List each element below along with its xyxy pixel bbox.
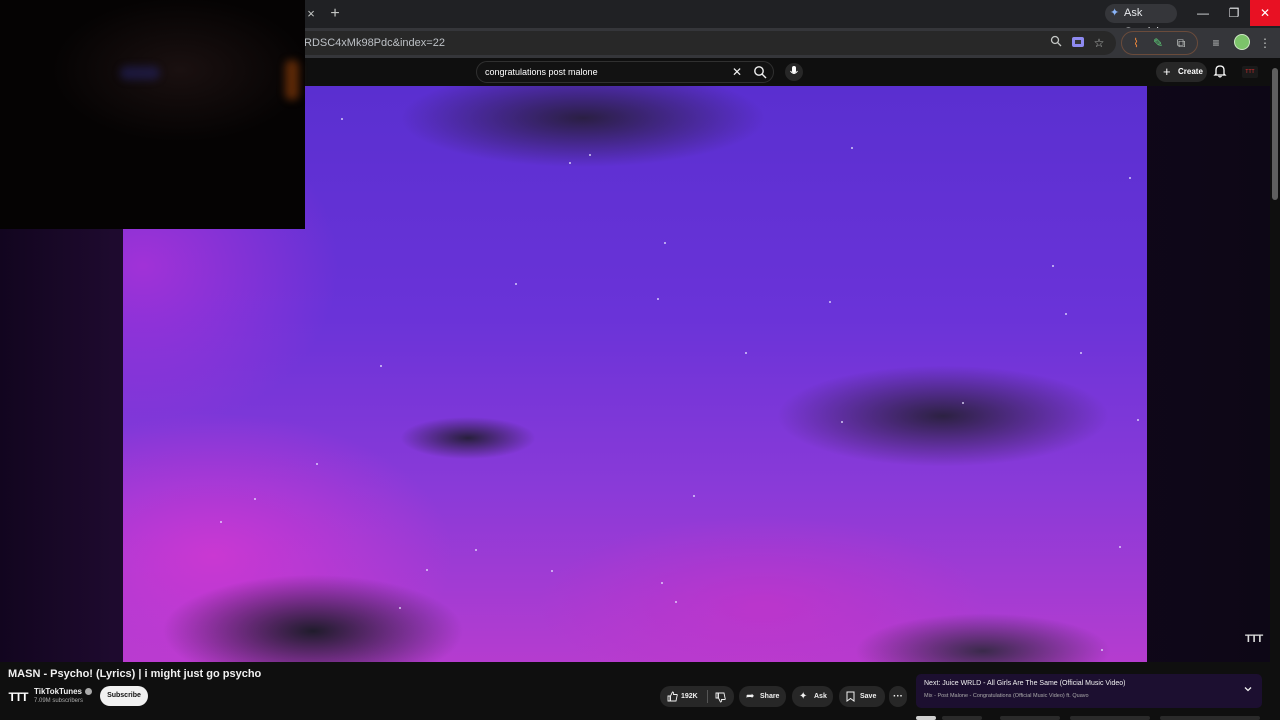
verified-icon bbox=[85, 688, 93, 695]
like-dislike-button[interactable]: 192K bbox=[660, 686, 734, 707]
dislike-icon[interactable] bbox=[715, 686, 726, 711]
chip-strip[interactable] bbox=[916, 716, 936, 720]
chip-strip[interactable] bbox=[1070, 716, 1150, 720]
media-list-icon[interactable]: ≡ bbox=[1207, 34, 1225, 52]
create-label: Create bbox=[1178, 67, 1203, 76]
chip-strip[interactable] bbox=[942, 716, 982, 720]
new-tab-button[interactable]: + bbox=[326, 5, 344, 23]
pen-extension-icon[interactable]: ✎ bbox=[1149, 34, 1167, 52]
address-bar[interactable]: RDSC4xMk98Pdc&index=22 ☆ bbox=[280, 31, 1116, 55]
star-dot bbox=[657, 298, 659, 300]
profile-avatar[interactable] bbox=[1234, 34, 1250, 50]
url-text[interactable]: RDSC4xMk98Pdc&index=22 bbox=[304, 31, 445, 55]
chevron-down-icon[interactable] bbox=[1242, 684, 1254, 696]
window-close-button[interactable]: ✕ bbox=[1250, 0, 1280, 26]
star-dot bbox=[664, 242, 666, 244]
save-button[interactable]: Save bbox=[839, 686, 885, 707]
like-count: 192K bbox=[681, 693, 698, 700]
star-dot bbox=[515, 283, 517, 285]
share-label: Share bbox=[760, 693, 780, 700]
video-title: MASN - Psycho! (Lyrics) | i might just g… bbox=[8, 668, 262, 680]
star-dot bbox=[1101, 649, 1103, 651]
mini-player-overlay[interactable] bbox=[0, 0, 305, 229]
star-dot bbox=[851, 147, 853, 149]
mini-player-glow bbox=[285, 60, 299, 100]
star-dot bbox=[1080, 352, 1082, 354]
save-label: Save bbox=[860, 693, 877, 700]
chip-strip[interactable] bbox=[1000, 716, 1060, 720]
bell-icon[interactable] bbox=[1213, 64, 1229, 80]
star-dot bbox=[475, 549, 477, 551]
like-icon[interactable] bbox=[667, 686, 678, 710]
star-dot bbox=[254, 498, 256, 500]
page-scrollbar[interactable] bbox=[1270, 58, 1280, 720]
star-dot bbox=[1065, 313, 1067, 315]
mic-icon[interactable] bbox=[785, 63, 803, 81]
ask-label: Ask bbox=[814, 693, 827, 700]
share-button[interactable]: ➦ Share bbox=[739, 686, 786, 707]
up-next-card[interactable]: Next: Juice WRLD - All Girls Are The Sam… bbox=[916, 674, 1262, 708]
extensions-group: ⌇ ✎ ⧉ bbox=[1121, 31, 1198, 55]
star-dot bbox=[675, 601, 677, 603]
scrollbar-thumb[interactable] bbox=[1272, 68, 1278, 200]
channel-avatar[interactable]: TTT bbox=[8, 687, 29, 707]
star-dot bbox=[841, 421, 843, 423]
account-avatar[interactable]: TTT bbox=[1242, 66, 1258, 78]
mini-player-blob bbox=[120, 66, 160, 80]
star-icon[interactable]: ☆ bbox=[1091, 35, 1107, 51]
channel-watermark[interactable]: TTT bbox=[1245, 633, 1263, 645]
search-query[interactable]: congratulations post malone bbox=[485, 62, 598, 82]
star-dot bbox=[962, 402, 964, 404]
channel-name-text[interactable]: TikTokTunes bbox=[34, 687, 82, 696]
star-dot bbox=[341, 118, 343, 120]
extension-a-icon[interactable]: ⌇ bbox=[1127, 34, 1145, 52]
star-dot bbox=[426, 569, 428, 571]
star-dot bbox=[745, 352, 747, 354]
search-icon[interactable] bbox=[751, 64, 769, 80]
extension-icon[interactable]: ⧉ bbox=[1172, 34, 1190, 52]
chip-strip[interactable] bbox=[1160, 716, 1260, 720]
next-video-mix: Mix - Post Malone - Congratulations (Off… bbox=[924, 693, 1089, 699]
star-dot bbox=[1137, 419, 1139, 421]
zoom-icon[interactable] bbox=[1048, 35, 1064, 51]
search-input[interactable]: congratulations post malone ✕ bbox=[476, 61, 774, 83]
subscribe-button[interactable]: Subscribe bbox=[100, 686, 148, 706]
star-dot bbox=[1119, 546, 1121, 548]
tab-close-icon[interactable]: × bbox=[303, 6, 319, 22]
star-dot bbox=[316, 463, 318, 465]
clear-search-icon[interactable]: ✕ bbox=[729, 64, 745, 80]
ask-gemini-button[interactable]: ✦ Ask Gemini bbox=[1105, 4, 1177, 38]
sparkle-icon: ✦ bbox=[799, 691, 808, 702]
ask-button[interactable]: ✦ Ask bbox=[792, 686, 833, 707]
star-dot bbox=[1129, 177, 1131, 179]
create-button[interactable]: + Create bbox=[1156, 62, 1207, 82]
star-dot bbox=[399, 607, 401, 609]
star-dot bbox=[589, 154, 591, 156]
share-icon: ➦ bbox=[746, 691, 755, 702]
cast-icon[interactable] bbox=[1070, 35, 1086, 51]
subscriber-count: 7.09M subscribers bbox=[34, 698, 84, 704]
star-dot bbox=[1052, 265, 1054, 267]
bookmark-icon bbox=[846, 686, 855, 710]
star-dot bbox=[829, 301, 831, 303]
star-dot bbox=[661, 582, 663, 584]
star-dot bbox=[569, 162, 571, 164]
like-divider bbox=[707, 690, 708, 703]
more-actions-button[interactable]: ··· bbox=[889, 686, 907, 707]
plus-icon: + bbox=[1163, 64, 1171, 79]
star-dot bbox=[693, 495, 695, 497]
menu-icon[interactable]: ⋮ bbox=[1256, 34, 1274, 52]
channel-name[interactable]: TikTokTunes bbox=[34, 687, 93, 696]
next-video-title[interactable]: Next: Juice WRLD - All Girls Are The Sam… bbox=[924, 680, 1126, 687]
gemini-icon: ✦ bbox=[1110, 7, 1120, 19]
star-dot bbox=[380, 365, 382, 367]
window-minimize-button[interactable]: — bbox=[1188, 0, 1218, 26]
star-dot bbox=[551, 570, 553, 572]
star-dot bbox=[220, 521, 222, 523]
window-restore-button[interactable]: ❐ bbox=[1219, 0, 1249, 26]
